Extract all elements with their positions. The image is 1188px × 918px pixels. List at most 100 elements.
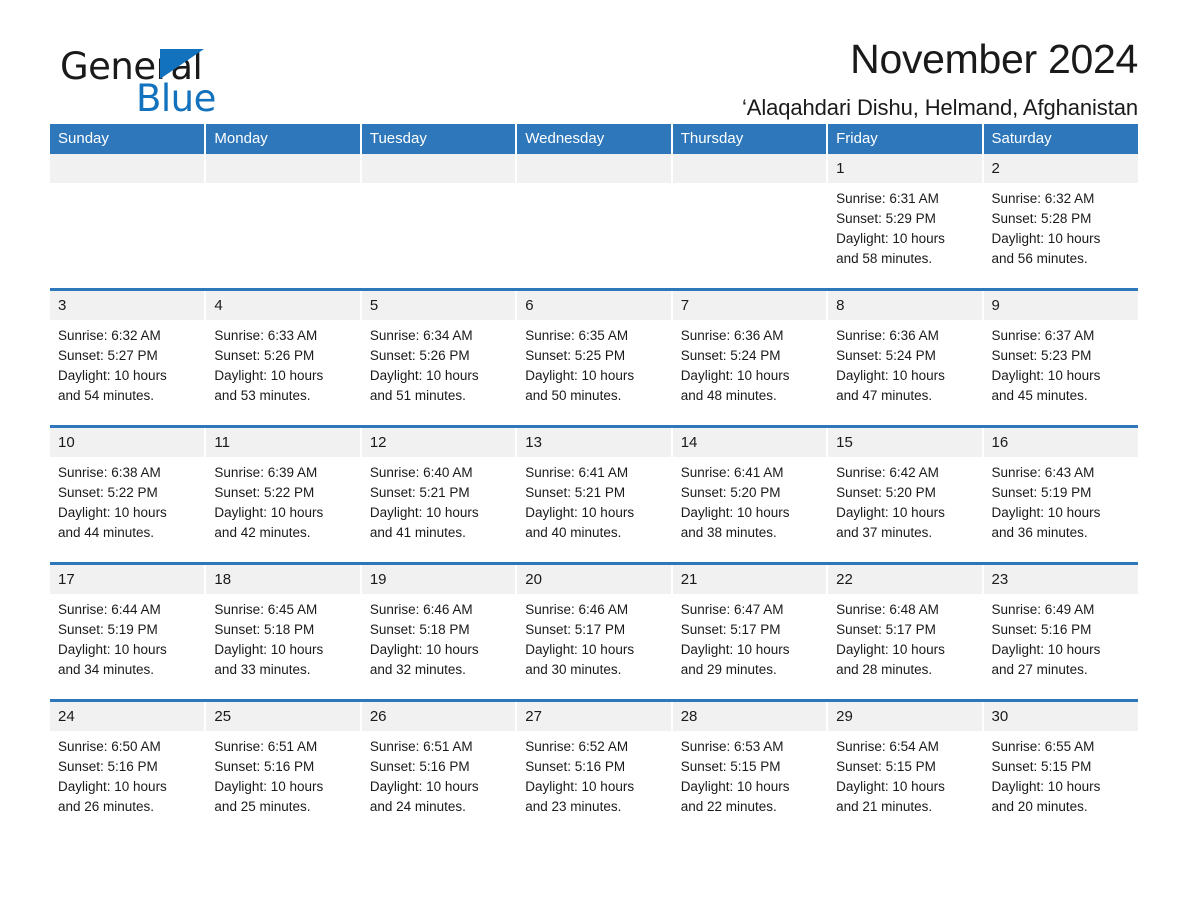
- day-cell[interactable]: 29 Sunrise: 6:54 AM Sunset: 5:15 PM Dayligh…: [827, 702, 984, 836]
- daylight-duration-line1: Daylight: 10 hours: [680, 642, 790, 657]
- sunset-time: Sunset: 5:27 PM: [58, 348, 158, 363]
- day-cell[interactable]: 26 Sunrise: 6:51 AM Sunset: 5:16 PM Dayligh…: [360, 702, 518, 836]
- weekday-header-friday: Friday: [827, 124, 984, 154]
- sunset-time: Sunset: 5:26 PM: [369, 348, 470, 363]
- day-details: Sunrise: 6:32 AM Sunset: 5:27 PM Daylight:…: [50, 320, 204, 406]
- day-details: Sunrise: 6:36 AM Sunset: 5:24 PM Daylight:…: [673, 320, 826, 406]
- sunset-time: Sunset: 5:16 PM: [214, 759, 315, 774]
- daylight-duration-line1: Daylight: 10 hours: [369, 779, 479, 794]
- day-cell[interactable]: 10 Sunrise: 6:38 AM Sunset: 5:22 PM Dayligh…: [50, 428, 207, 562]
- day-cell[interactable]: 21 Sunrise: 6:47 AM Sunset: 5:17 PM Dayligh…: [671, 565, 829, 699]
- day-cell[interactable]: 22 Sunrise: 6:48 AM Sunset: 5:17 PM Dayligh…: [827, 565, 984, 699]
- day-cell[interactable]: 19 Sunrise: 6:46 AM Sunset: 5:18 PM Dayligh…: [360, 565, 518, 699]
- day-cell[interactable]: 9 Sunrise: 6:37 AM Sunset: 5:23 PM Daylight…: [982, 291, 1138, 425]
- weekday-header-saturday: Saturday: [982, 124, 1138, 154]
- daylight-duration-line2: and 44 minutes.: [58, 525, 155, 540]
- day-number: [517, 154, 671, 183]
- day-details: Sunrise: 6:46 AM Sunset: 5:18 PM Daylight:…: [362, 594, 515, 680]
- day-number: 16: [983, 428, 1138, 457]
- day-details: Sunrise: 6:45 AM Sunset: 5:18 PM Daylight:…: [206, 594, 359, 680]
- sunrise-sunset-calendar: Sunday Monday Tuesday Wednesday Thursday…: [50, 124, 1138, 836]
- day-cell[interactable]: 8 Sunrise: 6:36 AM Sunset: 5:24 PM Daylight…: [827, 291, 984, 425]
- day-cell[interactable]: 2 Sunrise: 6:32 AM Sunset: 5:28 PM Daylight…: [982, 154, 1138, 288]
- sunrise-time: Sunrise: 6:33 AM: [214, 328, 318, 343]
- day-cell[interactable]: 5 Sunrise: 6:34 AM Sunset: 5:26 PM Daylight…: [360, 291, 518, 425]
- daylight-duration-line1: Daylight: 10 hours: [991, 642, 1101, 657]
- calendar-body: 1 Sunrise: 6:31 AM Sunset: 5:29 PM Daylight…: [50, 154, 1138, 836]
- page-header: General Blue November 2024 ‘Alaqahdari D…: [50, 0, 1138, 120]
- daylight-duration-line1: Daylight: 10 hours: [525, 779, 635, 794]
- day-cell[interactable]: 11 Sunrise: 6:39 AM Sunset: 5:22 PM Dayligh…: [205, 428, 362, 562]
- general-blue-logo[interactable]: General Blue: [60, 48, 260, 120]
- day-number: 11: [206, 428, 360, 457]
- day-number: 21: [672, 565, 827, 594]
- daylight-duration-line1: Daylight: 10 hours: [991, 505, 1101, 520]
- daylight-duration-line2: and 30 minutes.: [525, 662, 622, 677]
- day-cell[interactable]: 1 Sunrise: 6:31 AM Sunset: 5:29 PM Daylight…: [827, 154, 984, 288]
- day-number: 3: [50, 291, 205, 320]
- day-cell[interactable]: 30 Sunrise: 6:55 AM Sunset: 5:15 PM Dayligh…: [982, 702, 1138, 836]
- day-details: Sunrise: 6:34 AM Sunset: 5:26 PM Daylight:…: [362, 320, 515, 406]
- day-details: Sunrise: 6:43 AM Sunset: 5:19 PM Daylight:…: [984, 457, 1138, 543]
- day-cell[interactable]: 15 Sunrise: 6:42 AM Sunset: 5:20 PM Dayligh…: [827, 428, 984, 562]
- day-number: [50, 154, 205, 183]
- daylight-duration-line1: Daylight: 10 hours: [214, 642, 324, 657]
- sunset-time: Sunset: 5:29 PM: [836, 211, 936, 226]
- daylight-duration-line1: Daylight: 10 hours: [836, 231, 945, 246]
- daylight-duration-line2: and 42 minutes.: [214, 525, 311, 540]
- day-cell[interactable]: 3 Sunrise: 6:32 AM Sunset: 5:27 PM Daylight…: [50, 291, 207, 425]
- day-cell[interactable]: 27 Sunrise: 6:52 AM Sunset: 5:16 PM Dayligh…: [516, 702, 673, 836]
- sunrise-time: Sunrise: 6:51 AM: [369, 739, 473, 754]
- sunrise-time: Sunrise: 6:43 AM: [991, 465, 1095, 480]
- day-cell[interactable]: 20 Sunrise: 6:46 AM Sunset: 5:17 PM Dayligh…: [516, 565, 673, 699]
- sunrise-time: Sunrise: 6:50 AM: [58, 739, 161, 754]
- day-details: Sunrise: 6:36 AM Sunset: 5:24 PM Daylight:…: [828, 320, 981, 406]
- sunrise-time: Sunrise: 6:55 AM: [991, 739, 1095, 754]
- sunset-time: Sunset: 5:22 PM: [214, 485, 315, 500]
- day-cell[interactable]: 18 Sunrise: 6:45 AM Sunset: 5:18 PM Dayligh…: [205, 565, 362, 699]
- day-number: [361, 154, 516, 183]
- day-cell[interactable]: 24 Sunrise: 6:50 AM Sunset: 5:16 PM Dayligh…: [50, 702, 207, 836]
- sunrise-time: Sunrise: 6:40 AM: [369, 465, 473, 480]
- weekday-header-sunday: Sunday: [50, 124, 207, 154]
- daylight-duration-line2: and 40 minutes.: [525, 525, 622, 540]
- daylight-duration-line1: Daylight: 10 hours: [525, 505, 635, 520]
- sunset-time: Sunset: 5:17 PM: [680, 622, 781, 637]
- daylight-duration-line2: and 29 minutes.: [680, 662, 777, 677]
- day-cell[interactable]: 23 Sunrise: 6:49 AM Sunset: 5:16 PM Dayligh…: [982, 565, 1138, 699]
- day-number: 17: [50, 565, 205, 594]
- daylight-duration-line2: and 20 minutes.: [991, 799, 1088, 814]
- day-number: 6: [517, 291, 671, 320]
- day-details: Sunrise: 6:48 AM Sunset: 5:17 PM Daylight:…: [828, 594, 981, 680]
- day-cell[interactable]: 28 Sunrise: 6:53 AM Sunset: 5:15 PM Dayligh…: [671, 702, 829, 836]
- day-details: Sunrise: 6:40 AM Sunset: 5:21 PM Daylight:…: [362, 457, 515, 543]
- day-cell[interactable]: 12 Sunrise: 6:40 AM Sunset: 5:21 PM Dayligh…: [360, 428, 518, 562]
- day-cell[interactable]: 4 Sunrise: 6:33 AM Sunset: 5:26 PM Daylight…: [205, 291, 362, 425]
- daylight-duration-line2: and 34 minutes.: [58, 662, 155, 677]
- day-cell[interactable]: 16 Sunrise: 6:43 AM Sunset: 5:19 PM Dayligh…: [982, 428, 1138, 562]
- sunset-time: Sunset: 5:24 PM: [836, 348, 936, 363]
- sunset-time: Sunset: 5:15 PM: [991, 759, 1092, 774]
- daylight-duration-line2: and 33 minutes.: [214, 662, 311, 677]
- calendar-page: General Blue November 2024 ‘Alaqahdari D…: [0, 0, 1188, 918]
- day-details: Sunrise: 6:46 AM Sunset: 5:17 PM Daylight:…: [517, 594, 670, 680]
- daylight-duration-line1: Daylight: 10 hours: [58, 368, 167, 383]
- day-cell[interactable]: 14 Sunrise: 6:41 AM Sunset: 5:20 PM Dayligh…: [671, 428, 829, 562]
- daylight-duration-line2: and 54 minutes.: [58, 388, 155, 403]
- sunrise-time: Sunrise: 6:37 AM: [991, 328, 1095, 343]
- day-number: 8: [828, 291, 982, 320]
- sunrise-time: Sunrise: 6:41 AM: [525, 465, 629, 480]
- calendar-week-row: 10 Sunrise: 6:38 AM Sunset: 5:22 PM Dayligh…: [50, 428, 1138, 562]
- daylight-duration-line2: and 48 minutes.: [680, 388, 777, 403]
- day-cell[interactable]: 7 Sunrise: 6:36 AM Sunset: 5:24 PM Daylight…: [671, 291, 829, 425]
- weekday-header-monday: Monday: [205, 124, 362, 154]
- day-number: 4: [206, 291, 360, 320]
- day-cell[interactable]: 17 Sunrise: 6:44 AM Sunset: 5:19 PM Dayligh…: [50, 565, 207, 699]
- sunrise-time: Sunrise: 6:38 AM: [58, 465, 161, 480]
- day-cell[interactable]: 13 Sunrise: 6:41 AM Sunset: 5:21 PM Dayligh…: [516, 428, 673, 562]
- day-cell[interactable]: 25 Sunrise: 6:51 AM Sunset: 5:16 PM Dayligh…: [205, 702, 362, 836]
- day-details: [206, 183, 359, 189]
- calendar-week-row: 24 Sunrise: 6:50 AM Sunset: 5:16 PM Dayligh…: [50, 702, 1138, 836]
- sunset-time: Sunset: 5:17 PM: [525, 622, 626, 637]
- day-cell[interactable]: 6 Sunrise: 6:35 AM Sunset: 5:25 PM Daylight…: [516, 291, 673, 425]
